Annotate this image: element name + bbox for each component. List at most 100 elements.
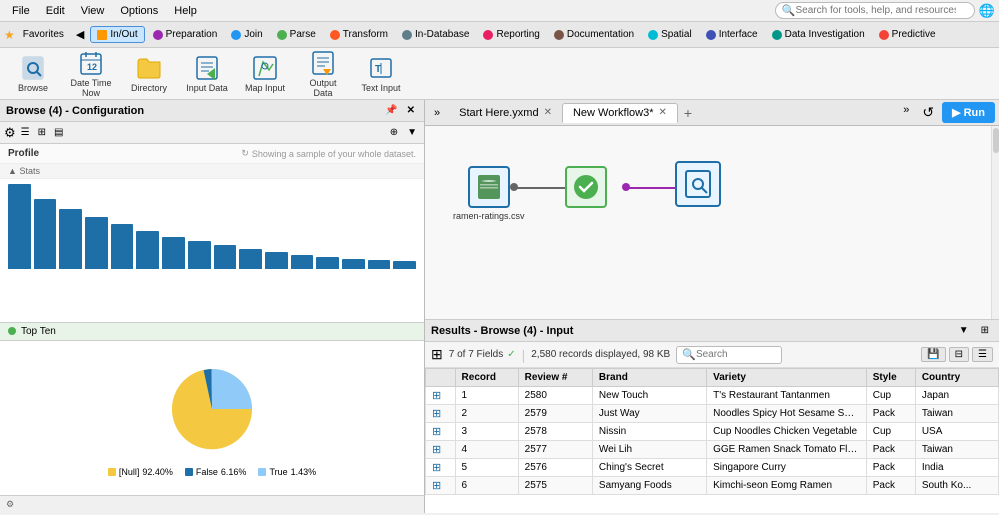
cell-2: 2579 [518,405,592,423]
inputdata-label: Input Data [186,84,228,94]
tab-right-actions: » ↺ ▶ Run [898,102,995,123]
process-node-box[interactable] [565,166,607,208]
tab-starthere-close[interactable]: ✕ [544,107,552,118]
tab-add-btn[interactable]: + [678,103,698,123]
tab-newworkflow[interactable]: New Workflow3* ✕ [562,103,678,123]
workflow-node-browse[interactable] [675,161,721,207]
tool-directory[interactable]: Directory [124,51,174,97]
interface-icon [706,30,716,40]
tab-newworkflow-close[interactable]: ✕ [658,107,666,118]
detail-view-icon[interactable]: ▤ [51,126,66,139]
join-icon [231,30,241,40]
datainvestigation-btn[interactable]: Data Investigation [766,27,871,42]
input-node-box[interactable] [468,166,510,208]
favorites-btn[interactable]: Favorites [17,27,70,42]
tool-textinput[interactable]: T Text Input [356,51,406,97]
expand-icon[interactable]: ⊕ [387,126,401,139]
process-node-icon [572,173,600,201]
join-btn[interactable]: Join [225,27,268,42]
tab-starthhere[interactable]: Start Here.yxmd ✕ [449,104,562,122]
grid-view-icon[interactable]: ⊞ [35,126,49,139]
connector-dot1 [510,183,518,191]
col-record[interactable] [426,369,456,387]
col-brand[interactable]: Brand [592,369,706,387]
tab-nav-left[interactable]: » [429,105,445,121]
list-view-icon[interactable]: ☰ [18,126,33,139]
documentation-btn[interactable]: Documentation [548,27,640,42]
preparation-btn[interactable]: Preparation [147,27,224,42]
export-btn[interactable]: 💾 [921,347,945,362]
predictive-btn[interactable]: Predictive [873,27,942,42]
tool-inputdata[interactable]: Input Data [182,51,232,97]
directory-label: Directory [131,84,167,94]
reporting-btn[interactable]: Reporting [477,27,545,42]
menu-search-box[interactable]: 🔍 [775,2,975,19]
tool-mapinput[interactable]: Map Input [240,51,290,97]
workflow-node-process[interactable] [565,166,607,208]
menu-help[interactable]: Help [166,3,205,19]
config-btn[interactable]: ⊟ [949,347,969,362]
cell-2: 2576 [518,459,592,477]
col-country[interactable]: Country [915,369,998,387]
tool-outputdata[interactable]: Output Data [298,46,348,102]
connector-dot2 [622,183,630,191]
table-row[interactable]: ⊞12580New TouchT's Restaurant TantanmenC… [426,387,999,405]
stats-triangle: ▲ [8,166,17,176]
spatial-btn[interactable]: Spatial [642,27,698,42]
results-header: Results - Browse (4) - Input ▼ ⊞ [425,320,999,342]
col-variety[interactable]: Variety [707,369,867,387]
menu-view[interactable]: View [73,3,113,19]
workflow-canvas[interactable]: ramen-ratings.csv [425,126,999,320]
col-review-num[interactable]: Review # [518,369,592,387]
table-row[interactable]: ⊞62575Samyang FoodsKimchi-seon Eomg Rame… [426,477,999,495]
pie-section: [Null] 92.40% False 6.16% True 1.43% [0,341,424,496]
cell-2: 2580 [518,387,592,405]
results-expand-btn[interactable]: ⊞ [977,324,993,337]
menu-options[interactable]: Options [112,3,166,19]
run-button[interactable]: ▶ Run [942,102,995,123]
browse-node-box[interactable] [675,161,721,207]
tool-browse[interactable]: Browse [8,51,58,97]
undo-btn[interactable]: ↺ [917,102,939,123]
nav-back[interactable]: ◀ [72,26,88,43]
table-search-input[interactable] [696,349,776,360]
true-dot [258,468,266,476]
indatabase-btn[interactable]: In-Database [396,27,475,42]
table-row[interactable]: ⊞22579Just WayNoodles Spicy Hot Sesame S… [426,405,999,423]
parse-btn[interactable]: Parse [271,27,322,42]
tool-datetime[interactable]: 12 Date Time Now [66,46,116,102]
workflow-node-input[interactable]: ramen-ratings.csv [453,166,525,221]
menu-search-input[interactable] [796,5,956,16]
menu-file[interactable]: File [4,3,38,19]
more-options-icon[interactable]: ▼ [404,126,420,139]
cell-6: South Ko... [915,477,998,495]
toolbar1: ★ Favorites ◀ In/Out Preparation Join Pa… [0,22,999,48]
data-table-wrapper[interactable]: Record Review # Brand Variety Style Coun… [425,368,999,495]
bar [368,260,391,269]
more-btn[interactable]: ☰ [972,347,993,362]
stats-row: ▲ Stats [0,164,424,179]
close-panel-btn[interactable]: ✕ [404,104,418,117]
table-row[interactable]: ⊞32578NissinCup Noodles Chicken Vegetabl… [426,423,999,441]
cell-0: ⊞ [426,441,456,459]
menu-edit[interactable]: Edit [38,3,73,19]
tab-overflow-btn[interactable]: » [898,102,914,123]
col-review[interactable]: Record [455,369,518,387]
table-row[interactable]: ⊞42577Wei LihGGE Ramen Snack Tomato Flav… [426,441,999,459]
canvas-scrollbar[interactable] [991,126,999,319]
pin-icon[interactable]: 📌 [382,104,400,117]
results-collapse-btn[interactable]: ▼ [955,324,973,337]
col-style[interactable]: Style [866,369,915,387]
transform-btn[interactable]: Transform [324,27,394,42]
cell-0: ⊞ [426,387,456,405]
interface-btn[interactable]: Interface [700,27,764,42]
cell-0: ⊞ [426,405,456,423]
cell-5: Pack [866,441,915,459]
favorites-star: ★ [4,28,15,42]
mapinput-icon [251,54,279,82]
table-row[interactable]: ⊞52576Ching's SecretSingapore CurryPackI… [426,459,999,477]
row-icon: ⊞ [432,444,441,456]
refresh-icon: ↻ [241,148,249,159]
inout-btn[interactable]: In/Out [90,26,144,43]
table-search-box[interactable]: 🔍 [676,346,782,364]
